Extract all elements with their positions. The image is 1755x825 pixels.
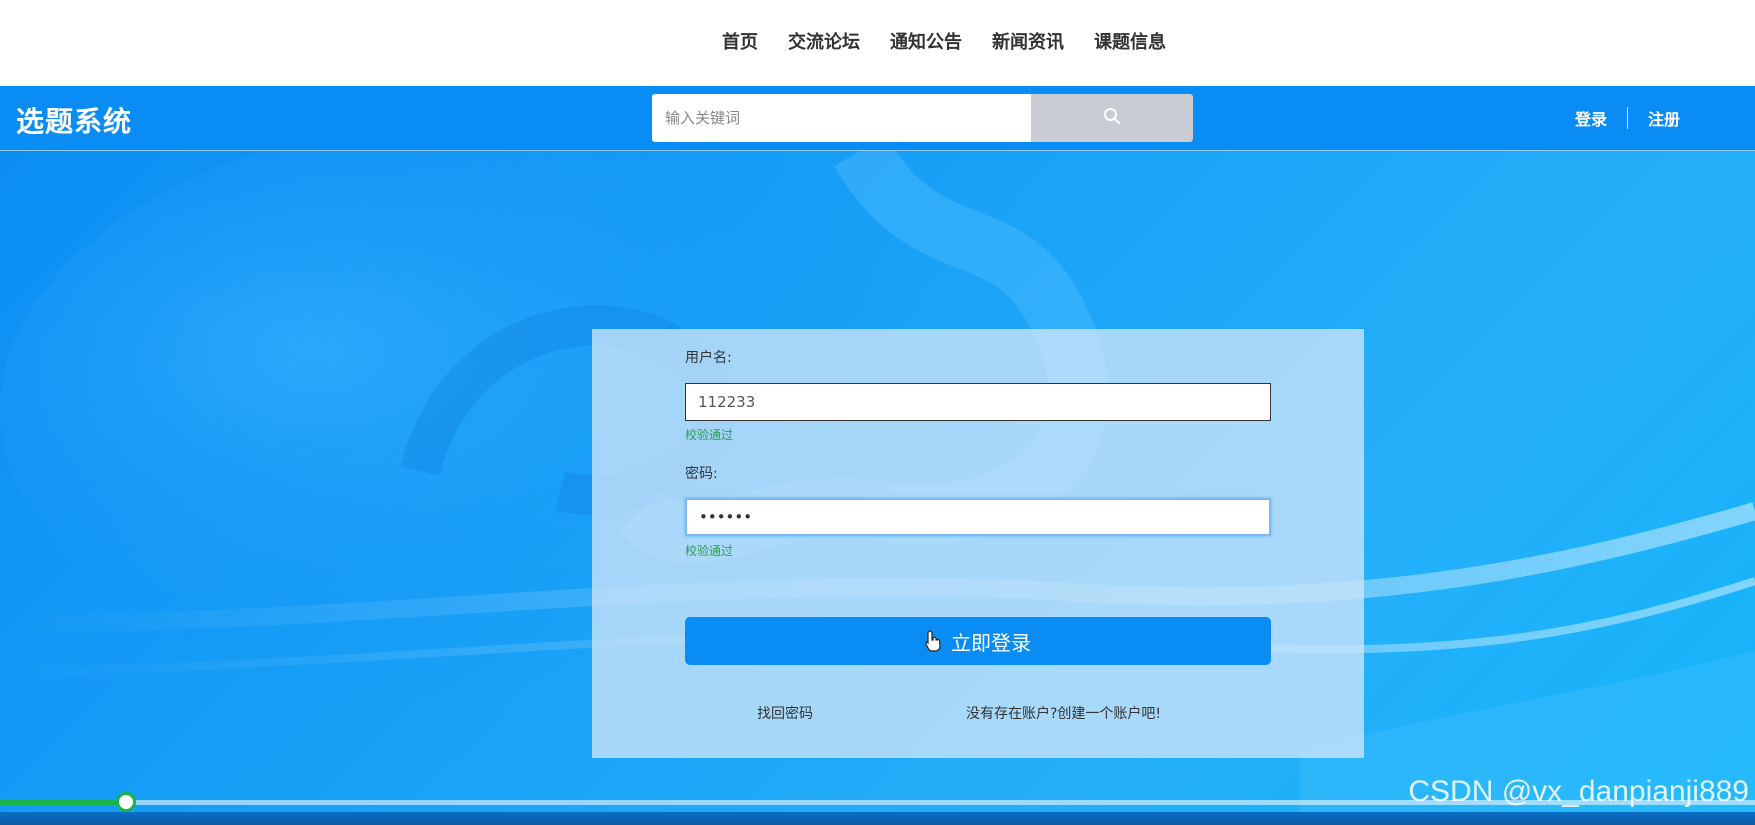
search-button[interactable] [1031, 94, 1193, 142]
username-field[interactable] [685, 383, 1271, 421]
nav-item-forum[interactable]: 交流论坛 [788, 28, 860, 54]
login-link[interactable]: 登录 [1575, 106, 1607, 130]
top-nav-links: 首页 交流论坛 通知公告 新闻资讯 课题信息 [722, 28, 1166, 54]
register-link[interactable]: 注册 [1648, 106, 1680, 130]
create-account-link[interactable]: 没有存在账户?创建一个账户吧! [966, 703, 1161, 723]
page: 首页 交流论坛 通知公告 新闻资讯 课题信息 选题系统 登录 注册 [0, 0, 1755, 825]
auth-divider [1627, 107, 1629, 129]
watermark: CSDN @vx_danpianji889 [1408, 775, 1749, 808]
nav-item-notices[interactable]: 通知公告 [890, 28, 962, 54]
password-valid-message: 校验通过 [685, 544, 734, 558]
header-bar: 选题系统 登录 注册 [0, 86, 1755, 151]
nav-item-home[interactable]: 首页 [722, 28, 758, 54]
login-panel: 用户名: 校验通过 密码: 校验通过 立即登录 找回密码 没有存在账户?创建一个… [592, 329, 1364, 758]
video-progress-fill [0, 800, 127, 805]
search-icon [1103, 107, 1121, 129]
top-nav: 首页 交流论坛 通知公告 新闻资讯 课题信息 [0, 0, 1755, 86]
nav-item-topics[interactable]: 课题信息 [1094, 28, 1166, 54]
login-submit-label: 立即登录 [951, 630, 1031, 655]
password-label: 密码: [685, 466, 718, 482]
username-label: 用户名: [685, 350, 732, 366]
auth-links: 登录 注册 [1575, 106, 1680, 130]
video-controls-strip [0, 812, 1755, 825]
hand-cursor-icon [925, 630, 941, 652]
username-valid-message: 校验通过 [685, 428, 734, 442]
forgot-password-link[interactable]: 找回密码 [757, 703, 813, 723]
search-bar [652, 94, 1193, 142]
password-field[interactable] [685, 498, 1271, 536]
nav-item-news[interactable]: 新闻资讯 [992, 28, 1064, 54]
login-submit-button[interactable]: 立即登录 [685, 617, 1271, 665]
search-input[interactable] [652, 94, 1031, 142]
site-logo[interactable]: 选题系统 [16, 100, 132, 140]
